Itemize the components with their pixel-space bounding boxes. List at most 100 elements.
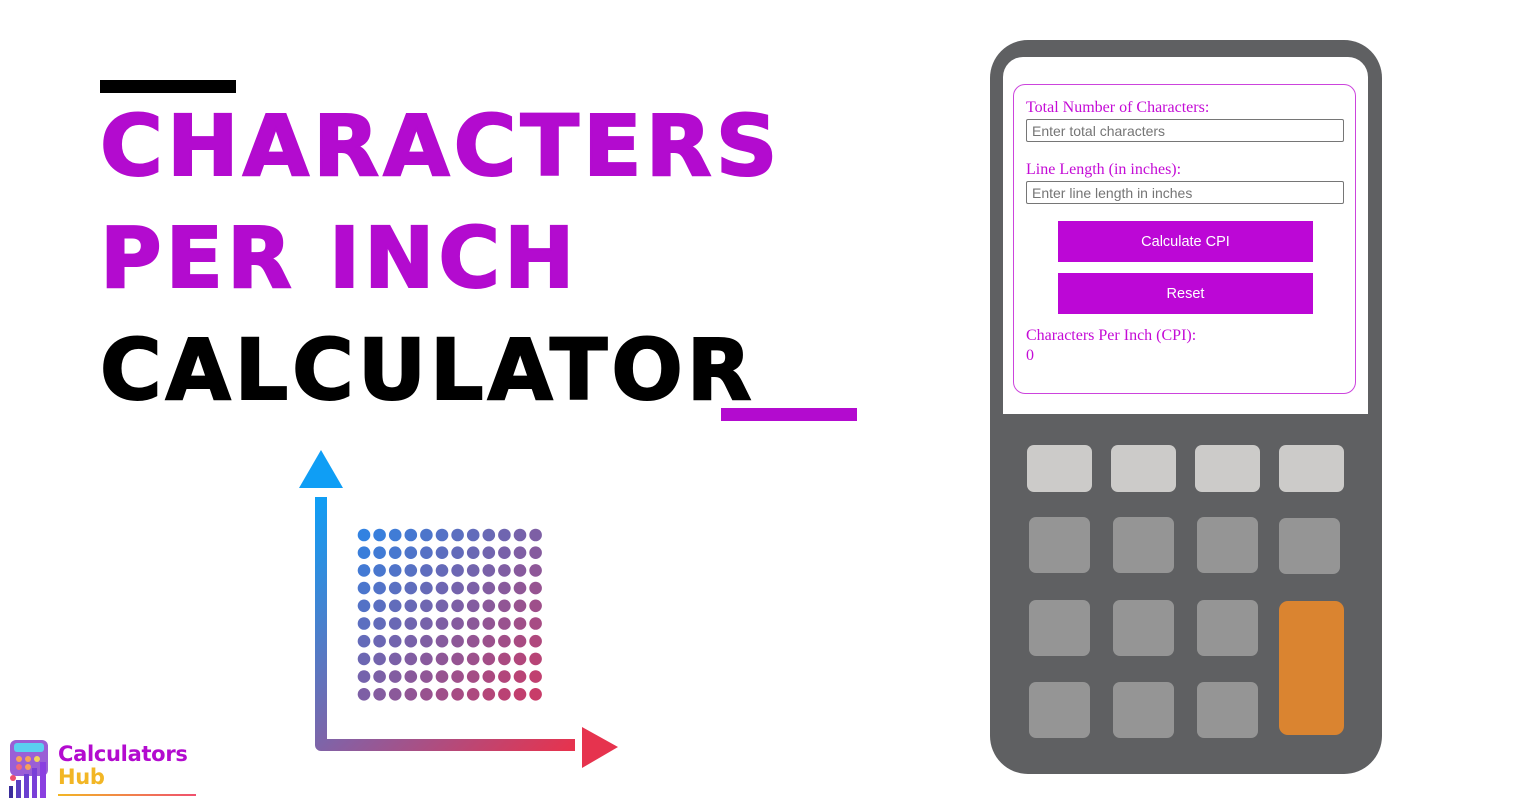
grid-dot bbox=[498, 581, 511, 595]
keypad-equals-key bbox=[1279, 601, 1344, 735]
grid-dot bbox=[357, 688, 371, 701]
grid-dot bbox=[420, 634, 433, 648]
grid-dot bbox=[420, 528, 433, 542]
keypad-key bbox=[1279, 518, 1340, 574]
grid-dot bbox=[451, 670, 464, 683]
grid-dot bbox=[373, 617, 386, 630]
grid-dot bbox=[404, 546, 418, 559]
grid-dot bbox=[498, 634, 511, 648]
grid-dot bbox=[420, 652, 433, 666]
grid-dot bbox=[529, 581, 542, 595]
grid-dot bbox=[373, 670, 386, 683]
grid-dot bbox=[404, 599, 418, 613]
keypad-key bbox=[1197, 517, 1258, 573]
grid-dot bbox=[404, 652, 418, 666]
keypad-key bbox=[1197, 600, 1258, 656]
grid-dot bbox=[388, 652, 402, 666]
line-length-input[interactable] bbox=[1026, 181, 1344, 204]
grid-dot bbox=[435, 617, 449, 630]
calculate-cpi-button[interactable]: Calculate CPI bbox=[1058, 221, 1313, 262]
grid-dot bbox=[373, 528, 386, 542]
cpi-result-label: Characters Per Inch (CPI): bbox=[1026, 327, 1197, 344]
grid-dot bbox=[451, 652, 464, 666]
grid-dot bbox=[482, 581, 496, 595]
grid-dot bbox=[466, 528, 480, 542]
keypad-key bbox=[1029, 517, 1090, 573]
cpi-result-value: 0 bbox=[1026, 347, 1034, 364]
grid-dot bbox=[373, 564, 386, 577]
grid-dot bbox=[513, 546, 527, 559]
grid-dot bbox=[513, 617, 527, 630]
grid-dot bbox=[435, 581, 449, 595]
grid-dot bbox=[498, 617, 511, 630]
grid-dot bbox=[373, 599, 386, 613]
title-line-calculator: Calculator bbox=[99, 321, 756, 419]
grid-dot bbox=[420, 564, 433, 577]
grid-dot bbox=[388, 581, 402, 595]
grid-dot bbox=[451, 546, 464, 559]
grid-dot bbox=[388, 670, 402, 683]
grid-dot bbox=[357, 652, 371, 666]
grid-dot bbox=[420, 599, 433, 613]
grid-dot bbox=[513, 528, 527, 542]
grid-dot bbox=[451, 528, 464, 542]
grid-dot bbox=[357, 528, 371, 542]
grid-dot bbox=[404, 528, 418, 542]
grid-dot bbox=[498, 564, 511, 577]
keypad-key bbox=[1195, 445, 1260, 492]
grid-dot bbox=[404, 688, 418, 701]
grid-dot bbox=[388, 528, 402, 542]
grid-dot bbox=[466, 670, 480, 683]
grid-dot bbox=[513, 652, 527, 666]
grid-dot bbox=[373, 688, 386, 701]
x-axis-arrowhead-icon bbox=[582, 727, 618, 768]
grid-dot bbox=[513, 634, 527, 648]
grid-dot bbox=[498, 688, 511, 701]
keypad-key bbox=[1111, 445, 1176, 492]
grid-dot bbox=[388, 546, 402, 559]
grid-dot bbox=[482, 634, 496, 648]
grid-dot bbox=[529, 564, 542, 577]
grid-dot bbox=[420, 546, 433, 559]
grid-dot bbox=[373, 546, 386, 559]
keypad-key bbox=[1113, 600, 1174, 656]
grid-dot bbox=[513, 670, 527, 683]
grid-dot bbox=[357, 617, 371, 630]
grid-dot bbox=[357, 670, 371, 683]
total-characters-input[interactable] bbox=[1026, 119, 1344, 142]
grid-dot bbox=[466, 617, 480, 630]
grid-dot bbox=[529, 670, 542, 683]
grid-dot bbox=[498, 652, 511, 666]
keypad-key bbox=[1029, 682, 1090, 738]
grid-dot bbox=[435, 564, 449, 577]
title-line-characters: Characters bbox=[99, 97, 782, 195]
grid-dot bbox=[466, 652, 480, 666]
grid-dot bbox=[420, 581, 433, 595]
grid-dot bbox=[435, 528, 449, 542]
reset-button[interactable]: Reset bbox=[1058, 273, 1313, 314]
grid-dot bbox=[357, 599, 371, 613]
grid-dot bbox=[451, 688, 464, 701]
grid-dot bbox=[498, 599, 511, 613]
grid-dot bbox=[466, 599, 480, 613]
calculators-hub-logo[interactable]: Calculators Hub bbox=[6, 738, 196, 800]
grid-dot bbox=[357, 634, 371, 648]
grid-dot bbox=[466, 546, 480, 559]
y-axis-arrow-icon bbox=[299, 450, 575, 751]
grid-dot bbox=[529, 688, 542, 701]
grid-dot bbox=[388, 688, 402, 701]
grid-dot bbox=[420, 617, 433, 630]
grid-dot bbox=[513, 599, 527, 613]
grid-dot bbox=[451, 634, 464, 648]
keypad-key bbox=[1113, 682, 1174, 738]
grid-dot bbox=[529, 599, 542, 613]
grid-dot bbox=[482, 599, 496, 613]
grid-dot bbox=[404, 564, 418, 577]
grid-dot bbox=[451, 564, 464, 577]
grid-dot bbox=[435, 688, 449, 701]
grid-dot bbox=[357, 546, 371, 559]
grid-dot bbox=[482, 528, 496, 542]
grid-dot bbox=[482, 670, 496, 683]
grid-dot bbox=[357, 564, 371, 577]
grid-dot bbox=[466, 581, 480, 595]
